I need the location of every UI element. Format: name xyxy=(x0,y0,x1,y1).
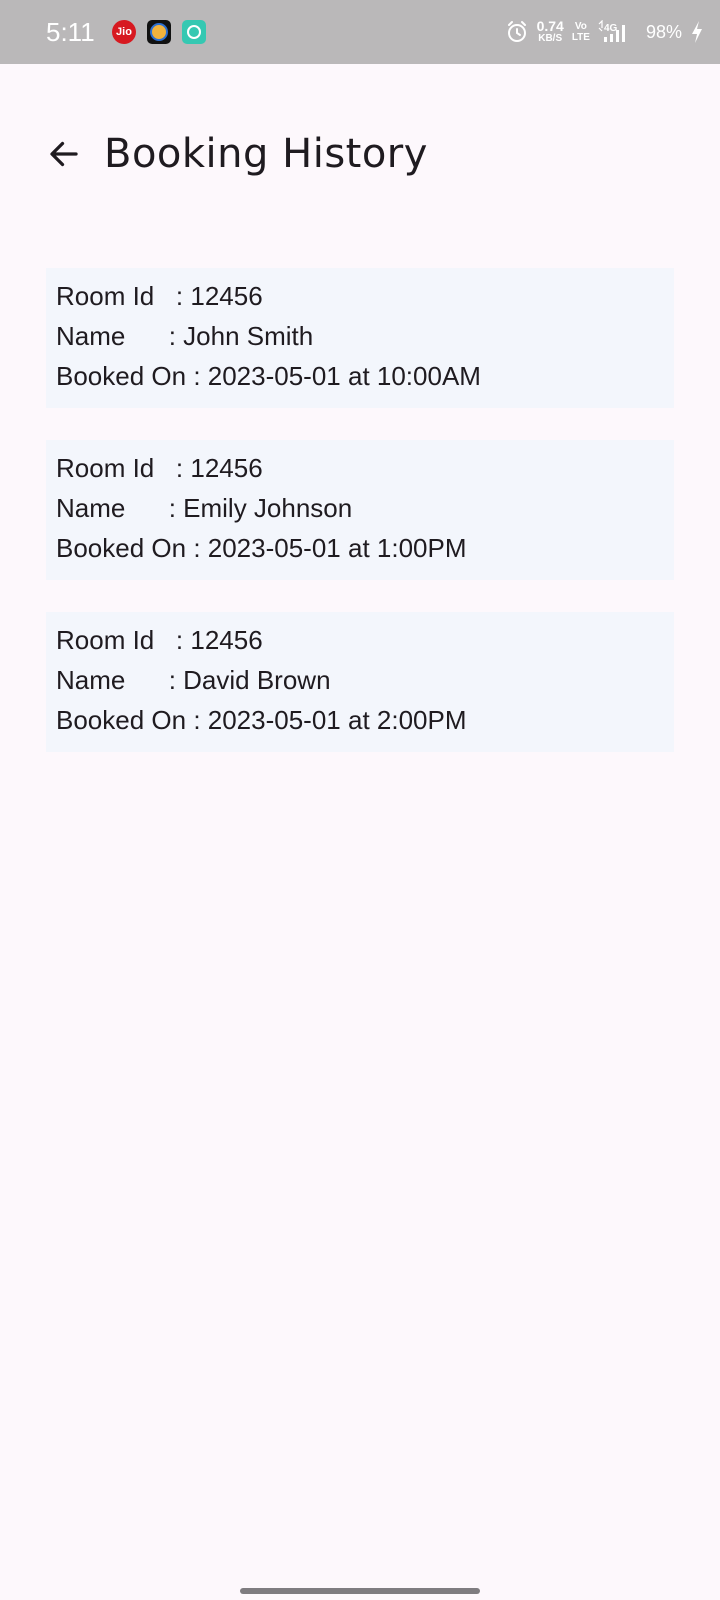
status-bar: 5:11 Jio 0.74 KB/S Vo LTE 4G 98% xyxy=(0,0,720,64)
booking-card[interactable]: Room Id : 12456 Name : John Smith Booked… xyxy=(46,268,674,408)
booked-on-row: Booked On : 2023-05-01 at 1:00PM xyxy=(56,533,467,563)
booking-card[interactable]: Room Id : 12456 Name : Emily Johnson Boo… xyxy=(46,440,674,580)
booked-on-row: Booked On : 2023-05-01 at 2:00PM xyxy=(56,705,467,735)
page-title: Booking History xyxy=(104,131,428,177)
network-speed-value: 0.74 xyxy=(536,18,564,34)
volte-top: Vo xyxy=(574,21,587,32)
booked-on-row: Booked On : 2023-05-01 at 10:00AM xyxy=(56,361,481,391)
guest-name-row: Name : John Smith xyxy=(56,321,314,351)
news-notification-icon xyxy=(147,20,171,44)
volte-bottom: LTE xyxy=(571,32,590,43)
status-indicators: 0.74 KB/S Vo LTE 4G 98% xyxy=(505,16,704,48)
app-bar: Booking History xyxy=(0,110,720,190)
home-indicator[interactable] xyxy=(240,1588,480,1594)
status-time: 5:11 xyxy=(46,17,95,47)
battery-percentage: 98% xyxy=(645,21,682,42)
signal-strength-icon: 4G xyxy=(598,20,625,42)
lens-notification-icon xyxy=(182,20,206,44)
room-id-row: Room Id : 12456 xyxy=(56,625,263,655)
guest-name-row: Name : David Brown xyxy=(56,665,331,695)
jio-notification-icon: Jio xyxy=(112,20,136,44)
charging-bolt-icon xyxy=(692,21,702,43)
network-type-label: 4G xyxy=(604,23,618,34)
guest-name-row: Name : Emily Johnson xyxy=(56,493,353,523)
alarm-icon xyxy=(507,21,526,42)
network-speed: 0.74 KB/S xyxy=(536,18,564,44)
back-button[interactable] xyxy=(40,130,88,178)
booking-card[interactable]: Room Id : 12456 Name : David Brown Booke… xyxy=(46,612,674,752)
booking-list: Room Id : 12456 Name : John Smith Booked… xyxy=(46,268,674,784)
arrow-left-icon xyxy=(50,141,78,167)
room-id-row: Room Id : 12456 xyxy=(56,453,263,483)
jio-label: Jio xyxy=(116,26,132,38)
volte-indicator: Vo LTE xyxy=(572,21,590,43)
network-speed-unit: KB/S xyxy=(538,33,563,44)
room-id-row: Room Id : 12456 xyxy=(56,281,263,311)
